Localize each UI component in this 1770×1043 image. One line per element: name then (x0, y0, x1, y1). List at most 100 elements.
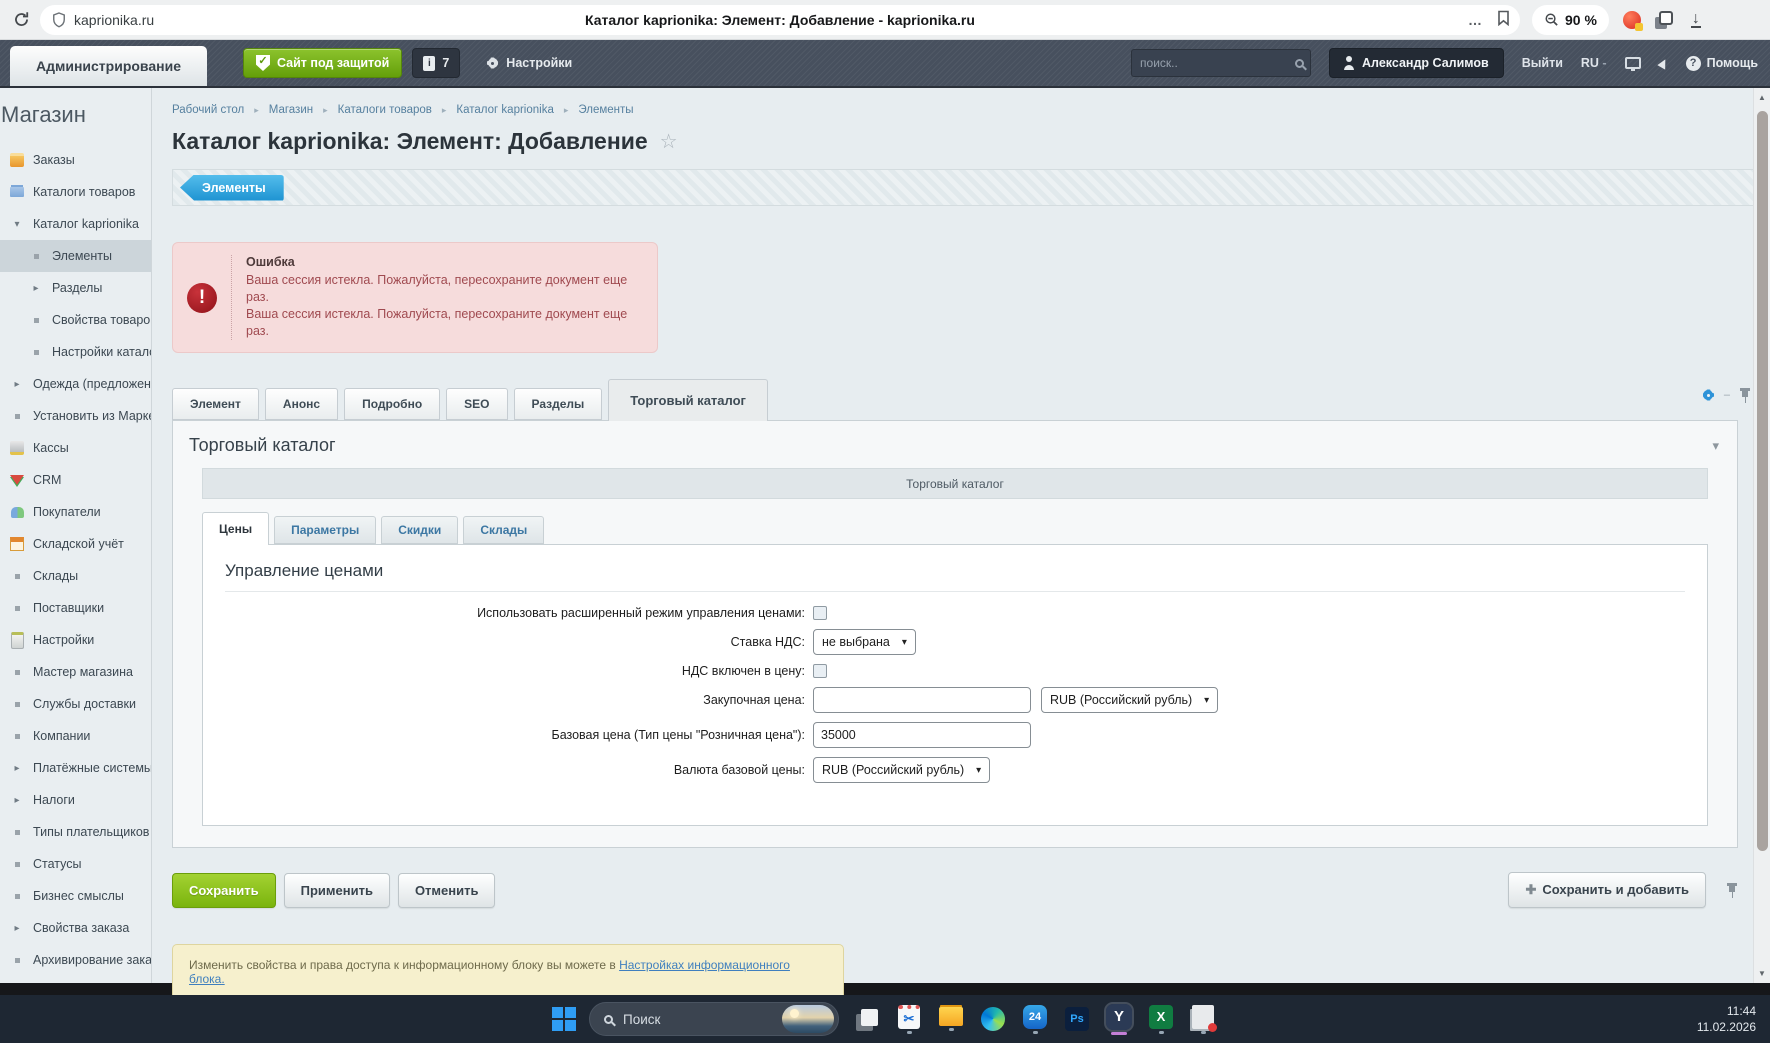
extension-icon[interactable] (1623, 11, 1641, 29)
pin-icon[interactable] (1739, 387, 1751, 403)
tab-groups-icon[interactable] (1659, 11, 1673, 25)
kassa-icon (9, 441, 25, 455)
taskbar-photoshop[interactable]: Ps (1059, 1007, 1095, 1031)
checkbox[interactable] (813, 606, 827, 620)
select[interactable]: RUB (Российский рубль)▾ (813, 757, 990, 783)
sidebar-item[interactable]: Поставщики (0, 592, 151, 624)
taskbar-search[interactable]: Поиск (589, 1002, 839, 1036)
tab-Разделы[interactable]: Разделы (514, 388, 603, 420)
sidebar-item[interactable]: Кассы (0, 432, 151, 464)
admin-settings-button[interactable]: Настройки (486, 56, 572, 70)
breadcrumb-link[interactable]: Магазин (269, 104, 313, 116)
taskbar-snipping-tool[interactable]: ✂ (891, 1005, 927, 1034)
sidebar-item[interactable]: Статусы (0, 848, 151, 880)
taskbar-clock[interactable]: 11:44 11.02.2026 (1697, 1003, 1756, 1035)
scrollbar-thumb[interactable] (1757, 111, 1768, 851)
admin-search[interactable] (1131, 49, 1311, 77)
sidebar-item[interactable]: Службы доставки (0, 688, 151, 720)
tab-SEO[interactable]: SEO (446, 388, 507, 420)
select[interactable]: не выбрана▾ (813, 629, 916, 655)
taskbar-excel[interactable]: X (1143, 1005, 1179, 1034)
collapse-panel-icon[interactable]: ▾ (1712, 438, 1719, 454)
sidebar-item[interactable]: Покупатели (0, 496, 151, 528)
taskbar-edge[interactable] (975, 1007, 1011, 1031)
language-selector[interactable]: RU (1581, 56, 1607, 70)
sidebar-item[interactable]: Заказы (0, 144, 151, 176)
save-and-add-button[interactable]: ✚Сохранить и добавить (1508, 872, 1706, 908)
zoom-control[interactable]: 90 % (1532, 5, 1609, 35)
bookmark-icon[interactable] (1497, 10, 1510, 29)
desktop-mode-icon[interactable] (1625, 57, 1641, 69)
taskbar-yandex-browser[interactable]: Y (1101, 1004, 1137, 1035)
scroll-up-icon[interactable]: ▲ (1758, 88, 1766, 107)
sidebar-item[interactable]: ▾Каталог kaprionika (0, 208, 151, 240)
sidebar-item[interactable]: Типы плательщиков (0, 816, 151, 848)
sidebar-item[interactable]: ▸Разделы (0, 272, 151, 304)
sidebar-item[interactable]: CRM (0, 464, 151, 496)
sidebar-item[interactable]: ▸Одежда (предложения) (0, 368, 151, 400)
sidebar-item[interactable]: Бизнес смыслы (0, 880, 151, 912)
favorite-star-icon[interactable]: ☆ (660, 129, 678, 154)
help-button[interactable]: ? Помощь (1686, 56, 1758, 71)
taskbar-task-view[interactable] (849, 1013, 885, 1026)
pointer-icon[interactable] (1657, 57, 1669, 69)
sidebar-item[interactable]: Мастер магазина (0, 656, 151, 688)
sidebar-item[interactable]: Складской учёт (0, 528, 151, 560)
save-button[interactable]: Сохранить (172, 873, 276, 908)
subtab-Цены[interactable]: Цены (202, 512, 269, 545)
sidebar-item[interactable]: ▸Платёжные системы (0, 752, 151, 784)
sidebar-item[interactable]: Склады (0, 560, 151, 592)
reload-icon[interactable] (8, 7, 34, 33)
tab-administration[interactable]: Администрирование (10, 46, 207, 86)
downloads-icon[interactable]: ↓ (1691, 12, 1701, 28)
checkbox[interactable] (813, 664, 827, 678)
tab-Торговый каталог[interactable]: Торговый каталог (608, 379, 768, 421)
sidebar-item[interactable]: Установить из Маркетпл (0, 400, 151, 432)
logout-link[interactable]: Выйти (1522, 56, 1563, 70)
tab-Элемент[interactable]: Элемент (172, 388, 259, 420)
taskbar-mail24[interactable]: 24 (1017, 1005, 1053, 1034)
bullet-icon (9, 702, 25, 707)
user-menu-button[interactable]: Александр Салимов (1329, 48, 1504, 78)
breadcrumb-link[interactable]: Каталог kaprionika (456, 104, 553, 116)
subtab-Склады[interactable]: Склады (463, 516, 544, 544)
sidebar-item[interactable]: Каталоги товаров (0, 176, 151, 208)
notifications-counter-button[interactable]: i 7 (412, 48, 460, 78)
sidebar-item[interactable]: ▸Налоги (0, 784, 151, 816)
tab-settings-gear-icon[interactable] (1702, 389, 1715, 402)
text-input[interactable] (813, 722, 1031, 748)
start-button[interactable] (549, 1004, 579, 1034)
price-subtabs: ЦеныПараметрыСкидкиСклады (202, 512, 1708, 544)
scroll-down-icon[interactable]: ▼ (1758, 964, 1766, 983)
apply-button[interactable]: Применить (284, 873, 390, 908)
elements-nav-chip[interactable]: Элементы (180, 175, 284, 201)
weather-widget[interactable] (782, 1005, 834, 1033)
sidebar-item[interactable]: Элементы (0, 240, 151, 272)
admin-search-input[interactable] (1140, 56, 1295, 70)
breadcrumb-link[interactable]: Элементы (578, 104, 633, 116)
tab-Анонс[interactable]: Анонс (265, 388, 338, 420)
subtab-Скидки[interactable]: Скидки (381, 516, 458, 544)
sidebar-item[interactable]: Настройки (0, 624, 151, 656)
breadcrumb-link[interactable]: Каталоги товаров (338, 104, 432, 116)
sidebar-item[interactable]: Настройки каталога (0, 336, 151, 368)
sidebar-item[interactable]: Компании (0, 720, 151, 752)
taskbar-remote-app[interactable] (1185, 1005, 1221, 1034)
tab-Подробно[interactable]: Подробно (344, 388, 440, 420)
text-input[interactable] (813, 687, 1031, 713)
sidebar-item[interactable]: Архивирование заказов (0, 944, 151, 976)
more-options-icon[interactable]: … (1468, 12, 1483, 28)
cancel-button[interactable]: Отменить (398, 873, 496, 908)
browser-scrollbar[interactable]: ▲ ▼ (1753, 88, 1770, 983)
pin-actions-icon[interactable] (1726, 882, 1738, 898)
select[interactable]: RUB (Российский рубль)▾ (1041, 687, 1218, 713)
sidebar-item[interactable]: ▸Свойства заказа (0, 912, 151, 944)
site-protected-button[interactable]: ✓ Сайт под защитой (243, 48, 402, 78)
taskbar-file-explorer[interactable] (933, 1007, 969, 1031)
site-security-icon[interactable] (52, 12, 66, 28)
breadcrumb-link[interactable]: Рабочий стол (172, 104, 244, 116)
sidebar-item[interactable]: Свойства товаров (0, 304, 151, 336)
address-bar[interactable]: kaprionika.ru Каталог kaprionika: Элемен… (40, 5, 1520, 35)
subtab-Параметры[interactable]: Параметры (274, 516, 376, 544)
bullet-icon (9, 670, 25, 675)
